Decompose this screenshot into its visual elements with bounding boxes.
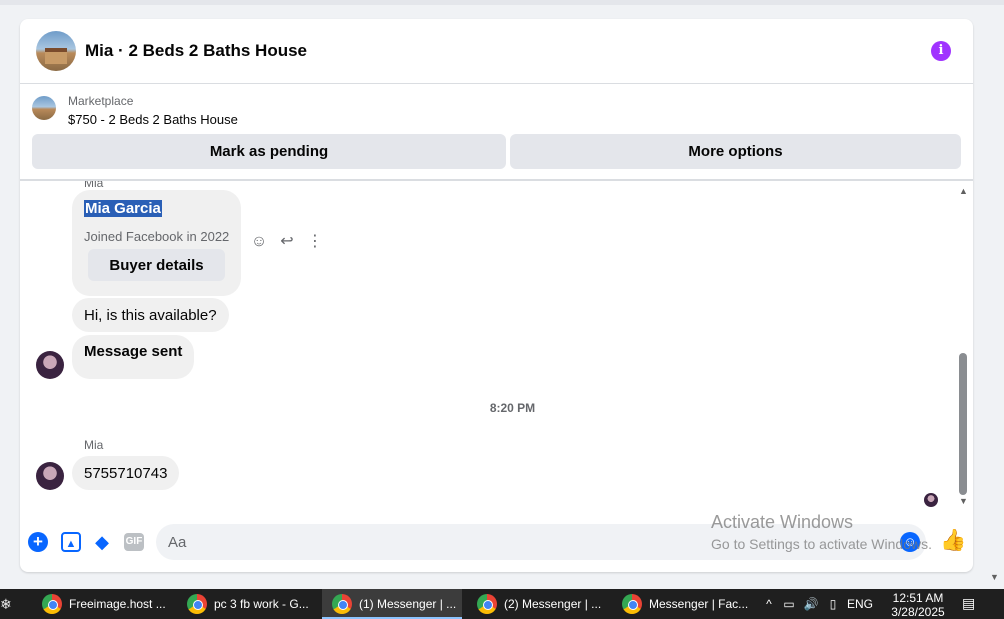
chat-title[interactable]: Mia · 2 Beds 2 Baths House <box>85 41 307 61</box>
taskbar-item[interactable]: (2) Messenger | ... <box>467 589 607 619</box>
listing-price-title: $750 - 2 Beds 2 Baths House <box>68 112 238 127</box>
buyer-details-button[interactable]: Buyer details <box>88 249 225 281</box>
message-bubble[interactable]: 5755710743 <box>72 456 180 490</box>
sticker-icon[interactable]: ◆ <box>92 532 112 552</box>
taskbar-item-label: (1) Messenger | ... <box>359 597 457 611</box>
gif-icon[interactable]: GIF <box>124 533 144 551</box>
info-icon[interactable]: i <box>931 41 951 61</box>
page-scroll-down-icon[interactable]: ▼ <box>990 572 999 582</box>
scroll-up-arrow-icon[interactable]: ▲ <box>959 186 968 196</box>
scrollbar-thumb[interactable] <box>959 353 967 495</box>
message-bubble[interactable]: Hi, is this available? <box>72 298 229 332</box>
listing-thumbnail-icon <box>32 96 56 120</box>
message-list[interactable]: Mia Mia Garcia Joined Facebook in 2022 B… <box>20 181 973 511</box>
message-scrollbar[interactable]: ▲ ▼ <box>956 181 970 511</box>
more-options-button[interactable]: More options <box>510 134 961 169</box>
avatar[interactable] <box>36 462 64 490</box>
chevron-up-icon[interactable]: ^ <box>760 597 778 611</box>
mark-as-pending-button[interactable]: Mark as pending <box>32 134 506 169</box>
message-timestamp: 8:20 PM <box>489 401 536 415</box>
taskbar-item-active[interactable]: (1) Messenger | ... <box>322 589 462 619</box>
marketplace-listing[interactable]: Marketplace $750 - 2 Beds 2 Baths House <box>20 85 973 130</box>
photo-icon[interactable]: ▲ <box>61 532 81 552</box>
chrome-icon <box>477 594 497 614</box>
chat-header: Mia · 2 Beds 2 Baths House i <box>20 19 973 84</box>
taskbar-item-label: Freeimage.host ... <box>69 597 166 611</box>
seen-avatar <box>924 493 938 507</box>
buyer-info-card: Mia Garcia Joined Facebook in 2022 Buyer… <box>72 190 241 296</box>
taskbar-item-label: pc 3 fb work - G... <box>214 597 309 611</box>
message-composer: + ▲ ◆ GIF ☺ 👍 <box>20 519 973 565</box>
taskbar-item[interactable]: Freeimage.host ... <box>32 589 172 619</box>
react-smiley-icon[interactable]: ☺ <box>250 233 268 251</box>
emoji-icon[interactable]: ☺ <box>900 532 920 552</box>
buyer-name[interactable]: Mia Garcia <box>84 200 162 217</box>
battery-icon[interactable]: ▯ <box>822 597 844 611</box>
chrome-icon <box>42 594 62 614</box>
plus-icon[interactable]: + <box>28 532 48 552</box>
message-bubble[interactable]: Message sent <box>72 335 195 379</box>
start-icon[interactable]: ❄ <box>0 596 16 612</box>
volume-icon[interactable]: 🔊 <box>800 597 822 611</box>
network-icon[interactable]: ▭ <box>778 597 800 611</box>
thumbs-up-icon[interactable]: 👍 <box>940 530 966 552</box>
clock-date: 3/28/2025 <box>891 605 945 619</box>
message-input[interactable] <box>156 524 926 560</box>
reply-icon[interactable]: ↩ <box>278 233 296 251</box>
notification-icon[interactable]: ▤ <box>962 595 982 613</box>
chrome-icon <box>622 594 642 614</box>
taskbar-item[interactable]: Messenger | Fac... <box>612 589 752 619</box>
scroll-down-arrow-icon[interactable]: ▼ <box>959 496 968 506</box>
more-vertical-icon[interactable]: ⋮ <box>306 233 324 251</box>
sender-name: Mia <box>84 438 104 452</box>
buyer-joined-date: Joined Facebook in 2022 <box>84 229 230 244</box>
taskbar-item-label: Messenger | Fac... <box>649 597 749 611</box>
chat-panel: Mia · 2 Beds 2 Baths House i Marketplace… <box>20 19 973 572</box>
taskbar-item-label: (2) Messenger | ... <box>504 597 602 611</box>
chrome-icon <box>332 594 352 614</box>
sender-name: Mia <box>84 181 104 190</box>
window-top-strip <box>0 0 1004 5</box>
message-hover-actions: ☺ ↩ ⋮ <box>250 233 324 251</box>
windows-taskbar: ❄ Freeimage.host ... pc 3 fb work - G...… <box>0 589 1004 619</box>
house-photo-icon[interactable] <box>36 31 76 71</box>
language-indicator[interactable]: ENG <box>844 597 876 611</box>
taskbar-clock[interactable]: 12:51 AM 3/28/2025 <box>888 591 948 619</box>
system-tray: ^ ▭ 🔊 ▯ ENG <box>760 589 876 619</box>
clock-time: 12:51 AM <box>892 591 944 605</box>
marketplace-label: Marketplace <box>68 94 134 108</box>
avatar[interactable] <box>36 351 64 379</box>
taskbar-item[interactable]: pc 3 fb work - G... <box>177 589 317 619</box>
chrome-icon <box>187 594 207 614</box>
